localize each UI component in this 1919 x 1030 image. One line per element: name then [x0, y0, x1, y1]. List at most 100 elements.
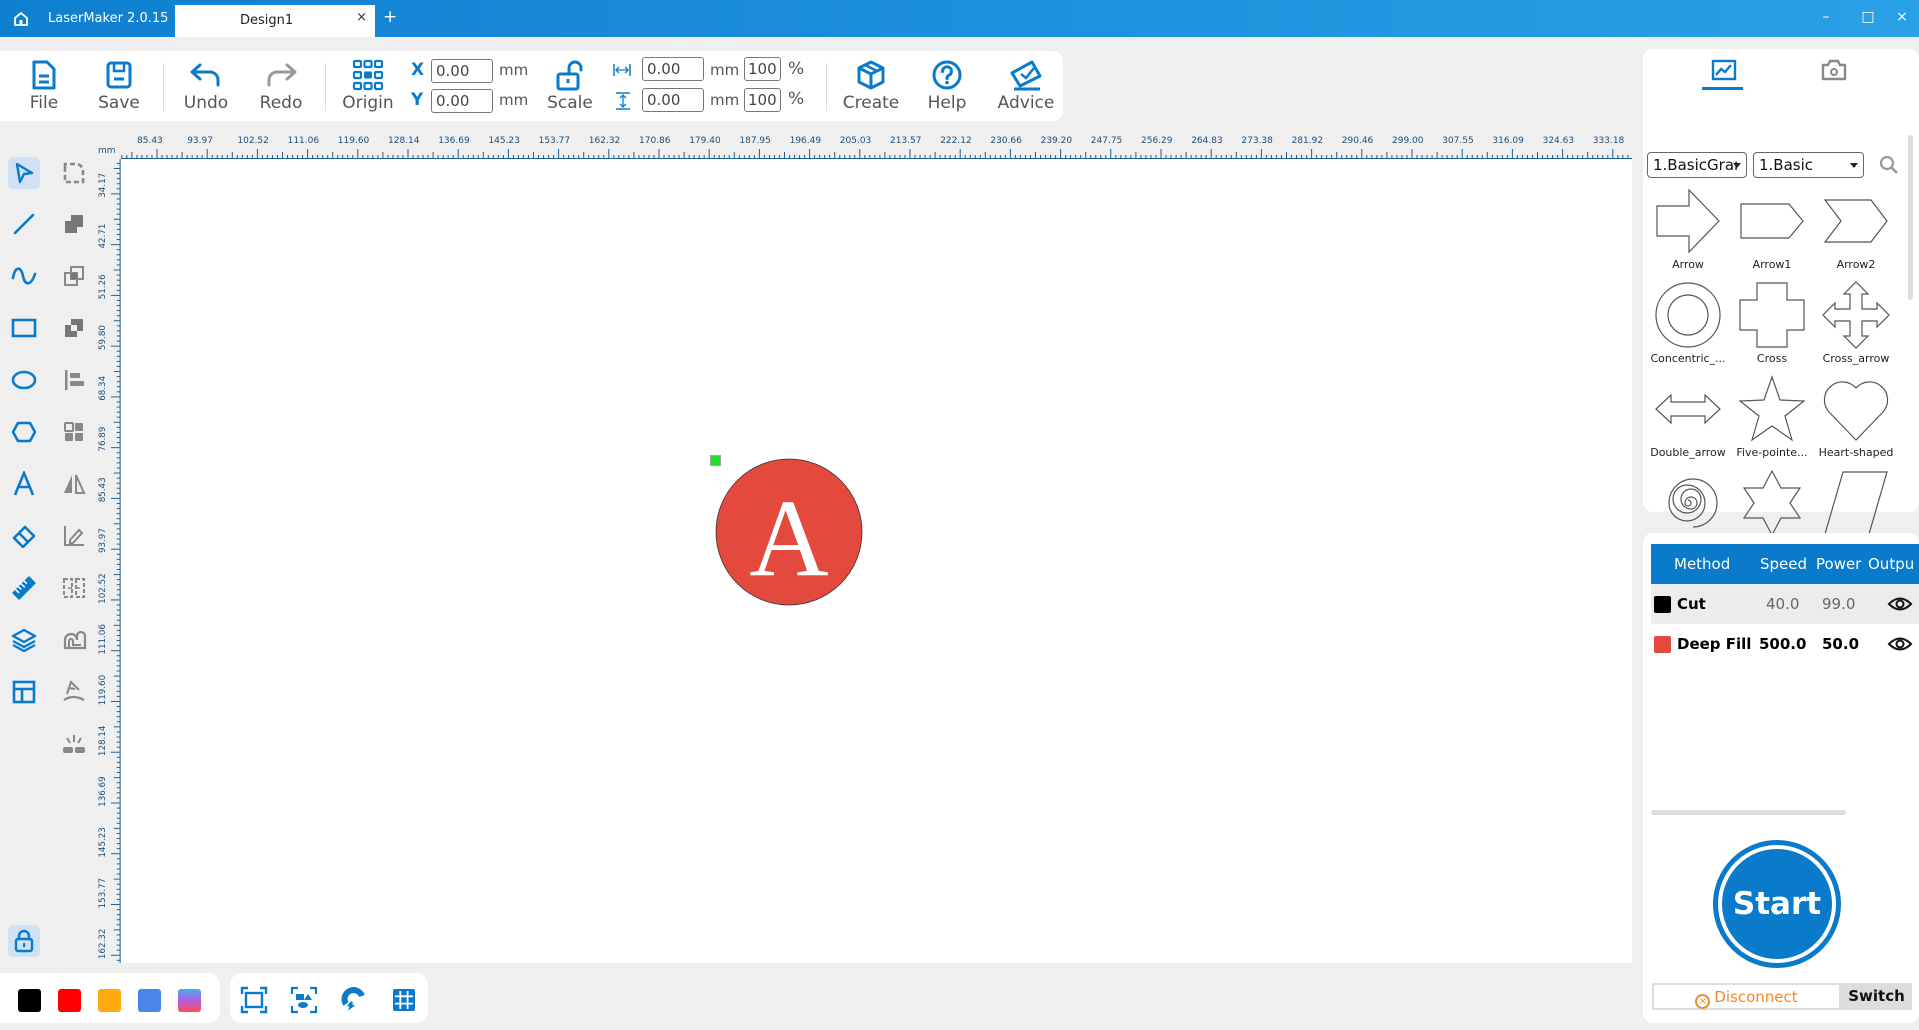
- ruler-tick-label: 264.83: [1191, 136, 1223, 146]
- distribute-tool[interactable]: [58, 572, 90, 604]
- layer-color-swatch[interactable]: [1654, 636, 1671, 653]
- main-toolbar: File Save Undo Redo Origin X mm Y mm Sca…: [0, 51, 1063, 121]
- array-tool[interactable]: [58, 416, 90, 448]
- help-button[interactable]: Help: [917, 57, 977, 119]
- method-scrollbar[interactable]: [1651, 810, 1846, 815]
- intersect-tool[interactable]: [58, 260, 90, 292]
- light-tool[interactable]: [58, 728, 90, 760]
- ruler-tick-label: 76.89: [98, 427, 108, 452]
- x-position-input[interactable]: [431, 59, 493, 83]
- create-button[interactable]: Create: [841, 57, 901, 119]
- color-swatch-black[interactable]: [18, 989, 41, 1012]
- curve-tool[interactable]: [8, 260, 40, 292]
- shape-item[interactable]: Heart-shaped: [1814, 374, 1898, 466]
- home-icon[interactable]: [12, 10, 30, 28]
- laser-burst-icon: [63, 735, 85, 753]
- align-tool[interactable]: [58, 364, 90, 396]
- camera-tab-icon[interactable]: [1820, 58, 1848, 82]
- library-category-select[interactable]: 1.BasicGraı: [1647, 152, 1747, 178]
- fit-canvas-icon[interactable]: [240, 986, 268, 1014]
- undo-button[interactable]: Undo: [176, 57, 236, 119]
- text-tool[interactable]: [8, 468, 40, 500]
- y-position-input[interactable]: [431, 89, 493, 113]
- ruler-tick-label: 256.29: [1141, 136, 1173, 146]
- eye-visibility-icon[interactable]: [1887, 596, 1913, 612]
- shape-item[interactable]: Arrow1: [1730, 186, 1814, 278]
- disconnect-button[interactable]: × Disconnect: [1652, 983, 1841, 1010]
- color-swatch-blue[interactable]: [138, 989, 161, 1012]
- fit-selection-icon[interactable]: [290, 986, 318, 1014]
- scale-label: Scale: [547, 93, 593, 113]
- shape-label: Arrow: [1672, 258, 1704, 271]
- mirror-tool[interactable]: [58, 468, 90, 500]
- width-percent-input[interactable]: [744, 57, 781, 81]
- shape-item[interactable]: Double_arrow: [1646, 374, 1730, 466]
- ruler-tick-label: 59.80: [98, 325, 108, 350]
- layers-tool[interactable]: [8, 624, 40, 656]
- offset-tool[interactable]: [58, 624, 90, 656]
- layout-tool[interactable]: [8, 676, 40, 708]
- color-swatch-orange[interactable]: [98, 989, 121, 1012]
- shape-item[interactable]: Cross: [1730, 280, 1814, 372]
- lock-toggle[interactable]: [8, 925, 40, 957]
- grid-icon[interactable]: [390, 986, 418, 1014]
- select-tool[interactable]: [8, 157, 40, 189]
- start-button[interactable]: Start: [1713, 840, 1841, 968]
- shape-grid: Arrow Arrow1 Arrow2 Concentric_... Cross…: [1646, 186, 1904, 566]
- rounded-corner-tool[interactable]: [58, 157, 90, 189]
- search-icon[interactable]: [1879, 155, 1899, 175]
- rectangle-tool[interactable]: [8, 312, 40, 344]
- line-tool[interactable]: [8, 208, 40, 240]
- tab-design1[interactable]: Design1 ×: [175, 5, 375, 37]
- scale-lock-button[interactable]: Scale: [540, 57, 600, 119]
- union-tool[interactable]: [58, 208, 90, 240]
- text-path-tool[interactable]: [58, 676, 90, 708]
- save-icon: [106, 61, 132, 89]
- ruler-tick-label: 239.20: [1041, 136, 1073, 146]
- height-percent-input[interactable]: [744, 88, 781, 112]
- concentric-circle-shape-icon: [1655, 282, 1721, 348]
- cross-arrow-shape-icon: [1822, 281, 1890, 349]
- shape-item[interactable]: Concentric_...: [1646, 280, 1730, 372]
- redo-button[interactable]: Redo: [251, 57, 311, 119]
- method-row[interactable]: Deep Fill 500.0 50.0: [1651, 624, 1919, 664]
- height-input[interactable]: [642, 88, 704, 112]
- ellipse-tool[interactable]: [8, 364, 40, 396]
- layer-color-swatch[interactable]: [1654, 596, 1671, 613]
- canvas-object-circle-letter[interactable]: A: [714, 457, 864, 607]
- minimize-button[interactable]: –: [1816, 9, 1836, 25]
- width-input[interactable]: [642, 57, 704, 81]
- close-tab-icon[interactable]: ×: [356, 10, 367, 25]
- design-canvas[interactable]: A: [121, 159, 1632, 963]
- shape-item[interactable]: Five-pointe...: [1730, 374, 1814, 466]
- switch-device-button[interactable]: Switch: [1841, 983, 1912, 1010]
- edit-node-tool[interactable]: [58, 520, 90, 552]
- measure-tool[interactable]: [8, 572, 40, 604]
- library-subcategory-select[interactable]: 1.Basic: [1753, 152, 1864, 178]
- new-tab-button[interactable]: +: [383, 7, 397, 27]
- graphics-library-tab-icon[interactable]: [1711, 59, 1737, 83]
- polygon-tool[interactable]: [8, 416, 40, 448]
- tab-label: Design1: [240, 13, 294, 28]
- color-swatch-red[interactable]: [58, 989, 81, 1012]
- shape-item[interactable]: Cross_arrow: [1814, 280, 1898, 372]
- method-row[interactable]: Cut 40.0 99.0: [1651, 584, 1919, 624]
- magnet-snap-icon[interactable]: [340, 986, 368, 1014]
- window-close-button[interactable]: ×: [1892, 9, 1912, 25]
- maximize-button[interactable]: □: [1858, 9, 1878, 25]
- save-button[interactable]: Save: [89, 57, 149, 119]
- grid-array-icon: [64, 422, 83, 441]
- file-icon: [32, 60, 56, 90]
- color-palette-bar: [0, 973, 220, 1023]
- letter-text-shape[interactable]: A: [749, 477, 828, 599]
- origin-button[interactable]: Origin: [338, 57, 398, 119]
- advice-button[interactable]: Advice: [994, 57, 1058, 119]
- difference-tool[interactable]: [58, 312, 90, 344]
- color-swatch-gradient[interactable]: [178, 989, 201, 1012]
- library-scrollbar[interactable]: [1908, 135, 1913, 300]
- eraser-tool[interactable]: [8, 520, 40, 552]
- eye-visibility-icon[interactable]: [1887, 636, 1913, 652]
- shape-item[interactable]: Arrow2: [1814, 186, 1898, 278]
- file-button[interactable]: File: [14, 57, 74, 119]
- shape-item[interactable]: Arrow: [1646, 186, 1730, 278]
